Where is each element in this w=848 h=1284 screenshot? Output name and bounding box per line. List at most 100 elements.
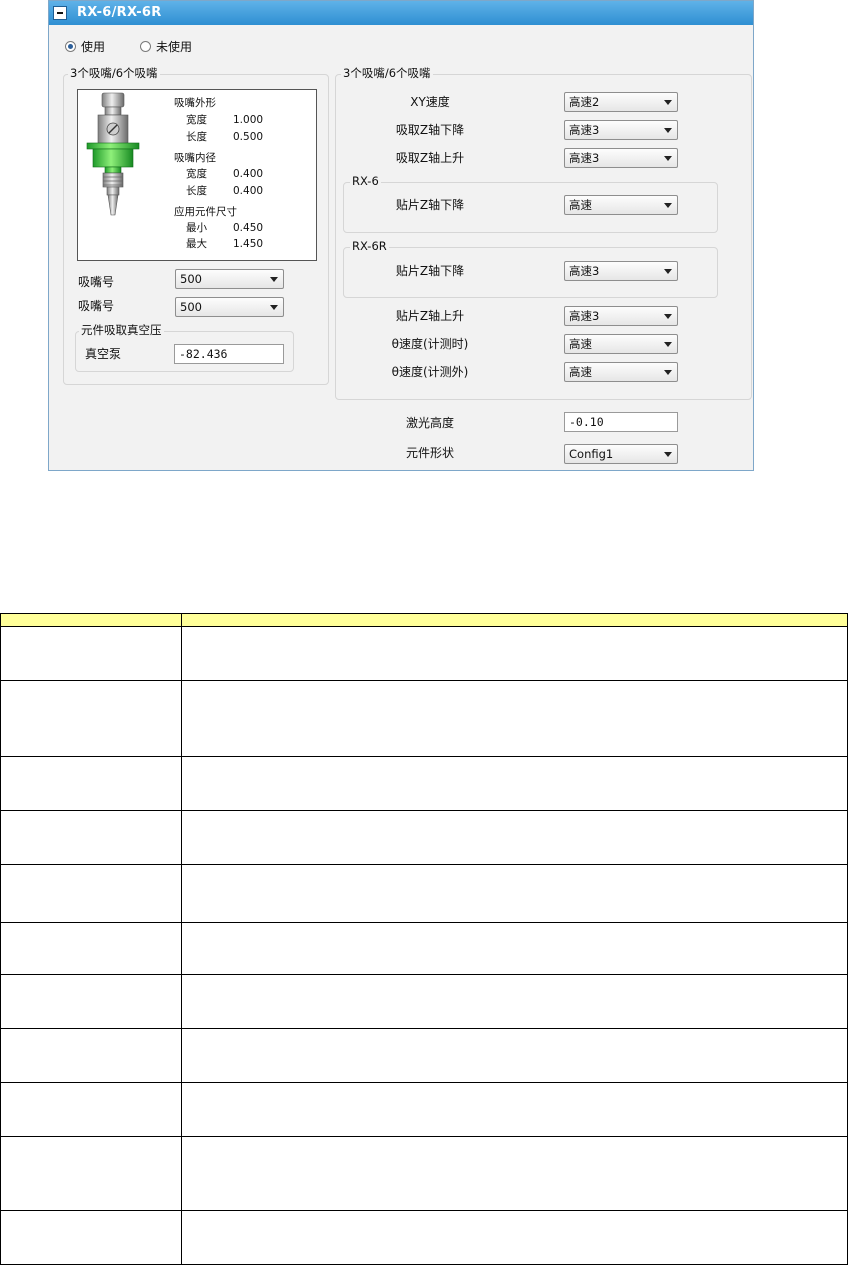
table-cell <box>181 626 848 681</box>
chevron-down-icon <box>664 314 672 319</box>
place-z-up-select[interactable]: 高速3 <box>564 306 678 326</box>
chevron-down-icon <box>270 277 278 282</box>
pick-z-up-select[interactable]: 高速3 <box>564 148 678 168</box>
place-z-up-value: 高速3 <box>569 309 600 323</box>
pick-z-down-label: 吸取Z轴下降 <box>395 123 465 137</box>
outer-length-label: 长度 <box>186 131 207 143</box>
table-row <box>0 922 848 975</box>
table-cell <box>0 756 182 811</box>
xy-speed-label: XY速度 <box>410 95 450 109</box>
rx6-place-z-down-label: 贴片Z轴下降 <box>395 198 465 212</box>
table-cell <box>181 680 848 757</box>
rx6r-place-z-down-label: 贴片Z轴下降 <box>395 264 465 278</box>
table-cell <box>0 626 182 681</box>
table-cell <box>0 974 182 1029</box>
table-cell <box>0 922 182 975</box>
table-row <box>0 1028 848 1083</box>
outer-width-label: 宽度 <box>186 114 207 126</box>
outer-length-value: 0.500 <box>233 131 264 143</box>
part-shape-select[interactable]: Config1 <box>564 444 678 464</box>
table-cell <box>181 922 848 975</box>
vacuum-pump-field[interactable]: -82.436 <box>174 344 284 364</box>
table-header-row <box>0 613 848 627</box>
right-group-label: 3个吸嘴/6个吸嘴 <box>341 66 433 80</box>
theta-speed-nonmeasure-label: θ速度(计测外) <box>391 365 469 379</box>
radio-checked-icon <box>65 40 76 52</box>
inner-length-label: 长度 <box>186 185 207 197</box>
left-group-label: 3个吸嘴/6个吸嘴 <box>68 66 160 80</box>
nozzle-image <box>86 92 140 216</box>
pick-z-up-value: 高速3 <box>569 151 600 165</box>
theta-speed-nonmeasure-select[interactable]: 高速 <box>564 362 678 382</box>
rx6-settings-window: RX-6/RX-6R 使用 未使用 3个吸嘴/6个吸嘴 吸嘴外形 宽度 1.00… <box>48 0 754 471</box>
collapse-icon[interactable] <box>53 6 67 20</box>
nozzle-number-label-1: 吸嘴号 <box>78 275 115 289</box>
nozzle-number-select-2[interactable]: 500 <box>175 297 284 317</box>
table-cell <box>181 1136 848 1211</box>
chevron-down-icon <box>664 100 672 105</box>
table-cell <box>0 810 182 865</box>
table-cell <box>0 864 182 923</box>
nozzle-number-select-1[interactable]: 500 <box>175 269 284 289</box>
table-cell <box>0 1210 182 1265</box>
part-shape-value: Config1 <box>569 447 614 461</box>
title-bar: RX-6/RX-6R <box>49 1 753 25</box>
theta-speed-nonmeasure-value: 高速 <box>569 365 592 379</box>
table-cell <box>181 1082 848 1137</box>
nozzle-info-panel: 吸嘴外形 宽度 1.000 长度 0.500 吸嘴内径 宽度 0.400 长度 … <box>77 89 317 261</box>
pick-z-down-select[interactable]: 高速3 <box>564 120 678 140</box>
table-row <box>0 1136 848 1211</box>
chevron-down-icon <box>664 128 672 133</box>
theta-speed-measure-select[interactable]: 高速 <box>564 334 678 354</box>
outer-width-value: 1.000 <box>233 114 264 126</box>
table-header-cell <box>0 613 182 627</box>
inner-width-value: 0.400 <box>233 168 264 180</box>
chevron-down-icon <box>664 203 672 208</box>
pick-z-down-value: 高速3 <box>569 123 600 137</box>
table-header-cell <box>181 613 848 627</box>
xy-speed-value: 高速2 <box>569 95 600 109</box>
rx6r-place-z-down-value: 高速3 <box>569 264 600 278</box>
table-row <box>0 1210 848 1265</box>
table-row <box>0 756 848 811</box>
chevron-down-icon <box>664 370 672 375</box>
inner-diameter-heading: 吸嘴内径 <box>174 152 216 164</box>
unuse-radio-label: 未使用 <box>156 39 193 54</box>
table-cell <box>181 1028 848 1083</box>
part-size-heading: 应用元件尺寸 <box>174 206 237 218</box>
theta-speed-measure-value: 高速 <box>569 337 592 351</box>
vacuum-pump-label: 真空泵 <box>85 347 122 361</box>
rx6r-group-label: RX-6R <box>350 239 389 253</box>
chevron-down-icon <box>664 342 672 347</box>
outer-shape-heading: 吸嘴外形 <box>174 97 216 109</box>
min-size-label: 最小 <box>186 222 207 234</box>
max-size-value: 1.450 <box>233 238 264 250</box>
settings-description-table <box>0 613 848 1265</box>
pick-z-up-label: 吸取Z轴上升 <box>395 151 465 165</box>
inner-width-label: 宽度 <box>186 168 207 180</box>
xy-speed-select[interactable]: 高速2 <box>564 92 678 112</box>
min-size-value: 0.450 <box>233 222 264 234</box>
rx6-place-z-down-select[interactable]: 高速 <box>564 195 678 215</box>
rx6-group-label: RX-6 <box>350 174 381 188</box>
nozzle-number-label-2: 吸嘴号 <box>78 299 115 313</box>
table-cell <box>181 1210 848 1265</box>
window-title: RX-6/RX-6R <box>77 5 162 20</box>
rx6r-place-z-down-select[interactable]: 高速3 <box>564 261 678 281</box>
table-cell <box>181 974 848 1029</box>
laser-height-field[interactable]: -0.10 <box>564 412 678 432</box>
use-radio[interactable]: 使用 <box>65 39 105 54</box>
table-cell <box>181 756 848 811</box>
table-cell <box>0 680 182 757</box>
laser-height-label: 激光高度 <box>405 416 454 430</box>
table-row <box>0 626 848 681</box>
table-row <box>0 974 848 1029</box>
table-row <box>0 1082 848 1137</box>
theta-speed-measure-label: θ速度(计测时) <box>391 337 469 351</box>
rx6-place-z-down-value: 高速 <box>569 198 592 212</box>
unuse-radio[interactable]: 未使用 <box>140 39 193 54</box>
nozzle-number-value-1: 500 <box>180 272 202 286</box>
chevron-down-icon <box>664 452 672 457</box>
chevron-down-icon <box>664 269 672 274</box>
table-row <box>0 680 848 757</box>
